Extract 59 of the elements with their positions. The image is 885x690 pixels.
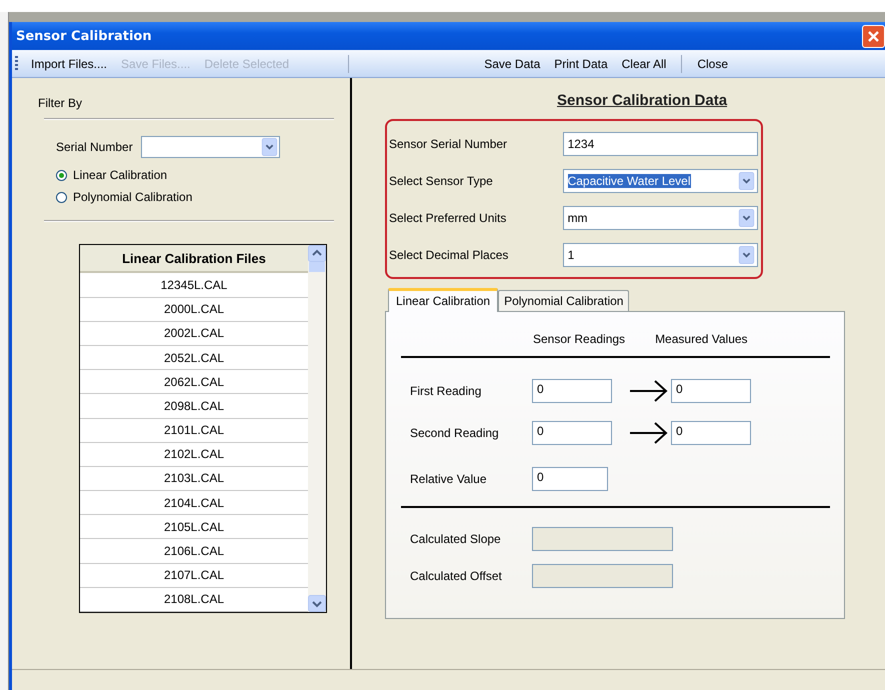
serial-number-dropdown[interactable] xyxy=(140,136,280,158)
file-list[interactable]: Linear Calibration Files 12345L.CAL 2000L.CAL 2002L.CAL 2052L.CAL 2062L.CAL 2098L.CAL 2101L.CAL 2102L.CAL 2103L.CAL 2104L.CAL 2105L.CAL 2106L.CAL 2107L.CAL 2108L.CAL xyxy=(79,244,327,613)
file-row[interactable]: 2002L.CAL xyxy=(80,322,308,346)
field-label: Select Decimal Places xyxy=(389,248,510,262)
dropdown-field[interactable]: Capacitive Water Level xyxy=(562,168,758,192)
file-row[interactable]: 2103L.CAL xyxy=(80,466,308,492)
file-row[interactable]: 2102L.CAL xyxy=(80,442,308,467)
file-row[interactable]: 2098L.CAL xyxy=(80,394,308,418)
file-row[interactable]: 2106L.CAL xyxy=(80,539,308,564)
toolbar-button[interactable]: Import Files.... xyxy=(24,56,114,70)
tab[interactable]: Linear Calibration xyxy=(388,288,498,312)
input-field[interactable]: 0 xyxy=(671,379,751,403)
file-row[interactable]: 2000L.CAL xyxy=(80,298,308,322)
column-header[interactable]: Linear Calibration Files xyxy=(80,245,308,274)
toolbar-button[interactable]: Print Data xyxy=(547,56,615,70)
toolbar-button[interactable]: Save Data xyxy=(477,56,548,70)
scroll-down-icon[interactable] xyxy=(308,595,326,612)
radio-icon[interactable] xyxy=(56,170,67,180)
toolbar-grip-icon[interactable] xyxy=(15,56,18,72)
column-label: Sensor Readings xyxy=(533,332,626,346)
arrow-icon xyxy=(629,421,669,445)
file-row[interactable]: 2101L.CAL xyxy=(80,418,308,443)
file-row[interactable]: 2105L.CAL xyxy=(80,515,308,540)
row-label: Calculated Offset xyxy=(409,568,503,582)
input-field[interactable]: 0 xyxy=(671,421,751,445)
input-field[interactable]: 1234 xyxy=(562,132,758,156)
window-title: Sensor Calibration xyxy=(16,28,152,44)
section-title: Sensor Calibration Data xyxy=(557,92,728,109)
radio-option[interactable]: Linear Calibration xyxy=(56,168,168,182)
radio-icon[interactable] xyxy=(56,192,67,202)
row-label: Calculated Slope xyxy=(409,532,502,546)
row-label: Second Reading xyxy=(409,426,500,440)
toolbar-button[interactable]: Close xyxy=(690,56,735,70)
dropdown-field[interactable]: 1 xyxy=(562,242,758,266)
input-field[interactable]: 0 xyxy=(532,421,612,445)
scroll-up-icon[interactable] xyxy=(308,245,326,262)
filter-heading: Filter By xyxy=(38,96,82,110)
input-field[interactable]: 0 xyxy=(532,467,608,491)
file-row[interactable]: 2107L.CAL xyxy=(80,564,308,588)
dropdown-field[interactable]: mm xyxy=(562,206,758,230)
toolbar-button[interactable]: Clear All xyxy=(614,56,674,70)
file-row[interactable]: 2104L.CAL xyxy=(80,491,308,516)
file-row[interactable]: 2052L.CAL xyxy=(80,346,308,370)
scrollbar-thumb[interactable] xyxy=(309,262,325,272)
file-row[interactable]: 12345L.CAL xyxy=(80,273,308,298)
file-row[interactable]: 2062L.CAL xyxy=(80,370,308,394)
column-label: Measured Values xyxy=(655,332,748,346)
tab[interactable]: Polynomial Calibration xyxy=(498,290,630,311)
serial-number-label: Serial Number xyxy=(56,140,133,154)
field-label: Select Preferred Units xyxy=(389,210,508,224)
row-label: Relative Value xyxy=(409,472,488,486)
field-label: Sensor Serial Number xyxy=(389,136,508,150)
field-label: Select Sensor Type xyxy=(389,174,494,188)
input-field[interactable]: 0 xyxy=(532,379,612,403)
close-icon[interactable] xyxy=(862,24,885,48)
arrow-icon xyxy=(629,379,669,403)
file-row[interactable]: 2108L.CAL xyxy=(80,588,308,612)
radio-option[interactable]: Polynomial Calibration xyxy=(56,190,192,204)
row-label: First Reading xyxy=(409,384,482,398)
